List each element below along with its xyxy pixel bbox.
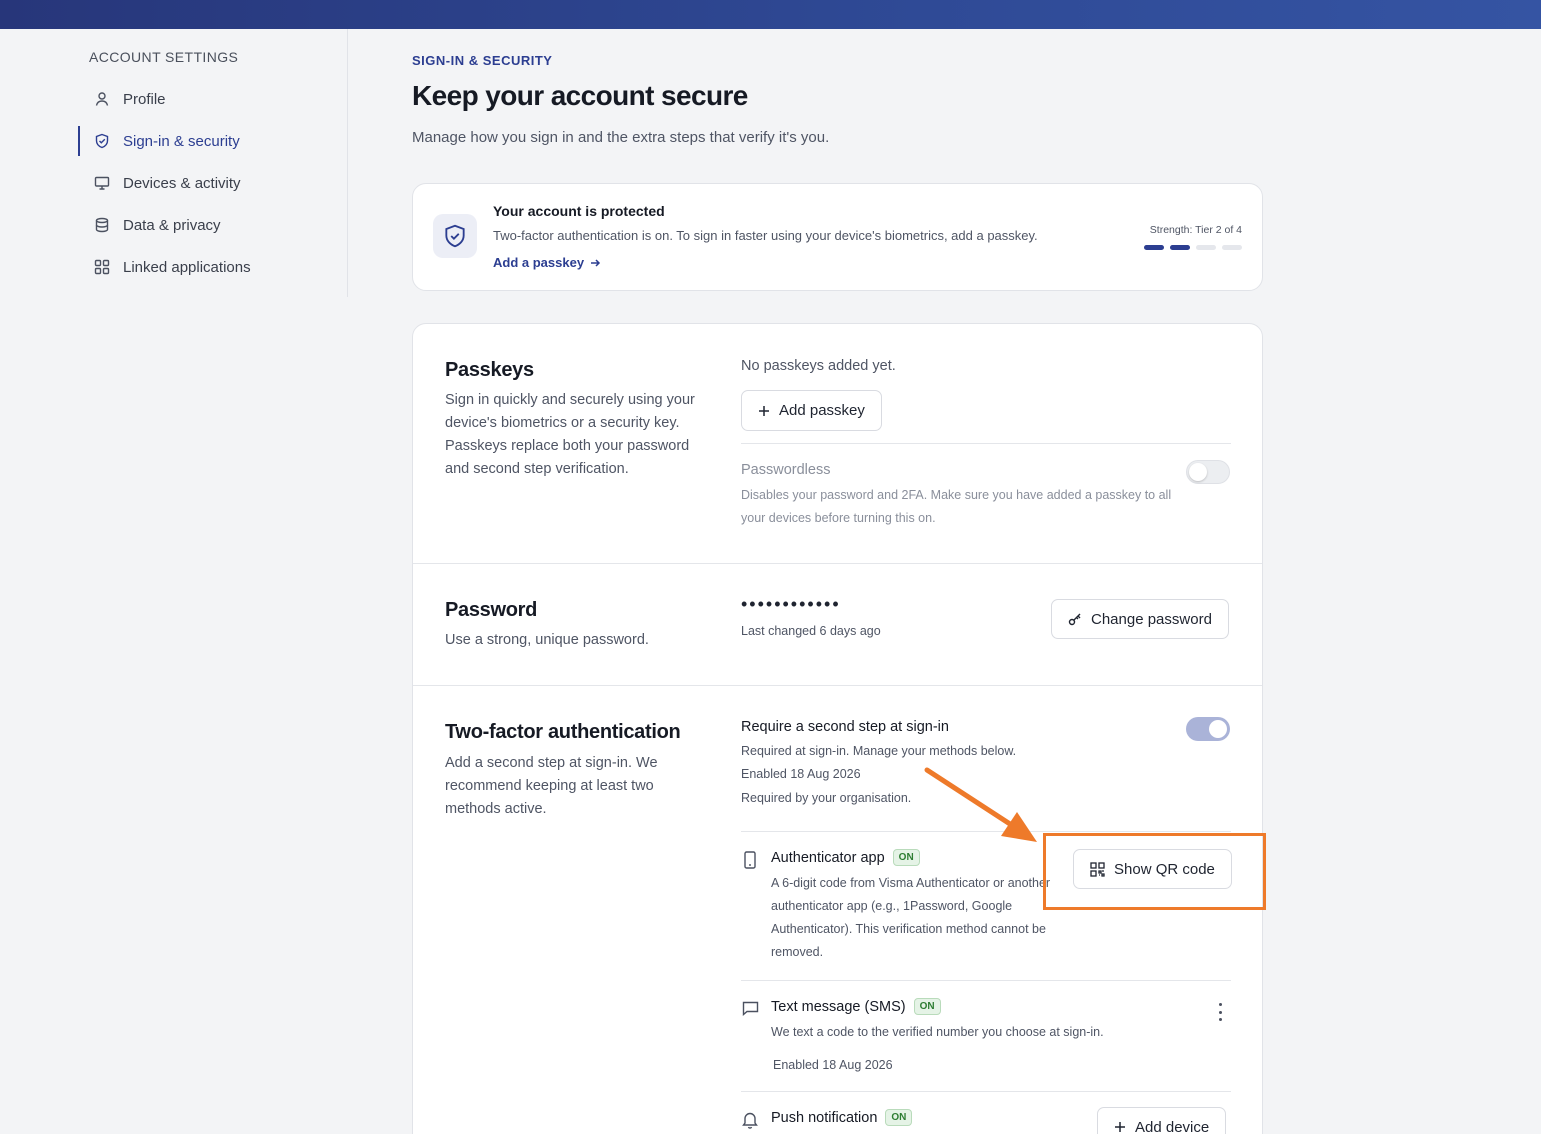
strength-bar: [1170, 245, 1190, 250]
user-icon: [93, 90, 111, 108]
bell-icon: [742, 1111, 758, 1134]
smartphone-icon: [743, 851, 757, 874]
divider: [741, 980, 1231, 981]
require-line-2: Enabled 18 Aug 2026: [741, 767, 861, 781]
passwordless-toggle[interactable]: [1186, 460, 1230, 484]
page-title: Keep your account secure: [412, 80, 748, 111]
require-second-step-toggle[interactable]: [1186, 717, 1230, 741]
require-second-step-title: Require a second step at sign-in: [741, 719, 949, 735]
qr-code-icon: [1090, 861, 1105, 877]
status-badge: ON: [892, 849, 920, 866]
divider: [741, 443, 1231, 444]
status-badge: ON: [913, 998, 941, 1015]
page-eyebrow: SIGN-IN & SECURITY: [412, 53, 553, 68]
key-icon: [1068, 613, 1081, 626]
password-description: Use a strong, unique password.: [445, 632, 649, 648]
settings-sidebar: ACCOUNT SETTINGS Profile Sign-in & secur…: [0, 29, 348, 297]
change-password-button[interactable]: Change password: [1051, 599, 1229, 639]
grid-icon: [93, 258, 111, 276]
monitor-icon: [93, 174, 111, 192]
push-title: Push notification: [771, 1110, 878, 1126]
sidebar-item-sign-in-security[interactable]: Sign-in & security: [78, 126, 338, 156]
sms-description: We text a code to the verified number yo…: [771, 1025, 1104, 1039]
add-passkey-link-label: Add a passkey: [493, 255, 585, 270]
divider: [741, 1091, 1231, 1092]
push-heading: Push notification ON: [771, 1109, 913, 1127]
sidebar-heading: ACCOUNT SETTINGS: [89, 49, 239, 65]
passwordless-title: Passwordless: [741, 462, 831, 478]
shield-icon: [93, 132, 111, 150]
add-device-button-label: Add device: [1135, 1118, 1210, 1134]
sidebar-item-data-privacy[interactable]: Data & privacy: [78, 210, 338, 240]
sidebar-item-label: Devices & activity: [123, 174, 241, 192]
sidebar-item-label: Linked applications: [123, 258, 251, 276]
top-bar: [0, 0, 1541, 29]
strength-bar: [1144, 245, 1164, 250]
show-qr-code-button[interactable]: Show QR code: [1073, 849, 1232, 889]
plus-icon: [759, 405, 769, 416]
page-subtitle: Manage how you sign in and the extra ste…: [412, 129, 830, 146]
password-last-changed: Last changed 6 days ago: [741, 624, 881, 638]
account-status-card: Your account is protected Two-factor aut…: [412, 183, 1263, 291]
sidebar-item-profile[interactable]: Profile: [78, 84, 338, 114]
sidebar-item-label: Sign-in & security: [123, 132, 240, 150]
arrow-right-icon: [591, 258, 601, 267]
security-settings-card: Passkeys Sign in quickly and securely us…: [412, 323, 1263, 1134]
two-factor-title: Two-factor authentication: [445, 721, 681, 743]
sidebar-item-label: Profile: [123, 90, 166, 108]
passkeys-description: Sign in quickly and securely using your …: [445, 392, 695, 477]
passkeys-empty-text: No passkeys added yet.: [741, 358, 896, 374]
status-description: Two-factor authentication is on. To sign…: [493, 228, 1038, 243]
message-icon: [742, 1000, 759, 1021]
password-section: Password Use a strong, unique password. …: [413, 564, 1262, 686]
two-factor-section: Two-factor authentication Add a second s…: [413, 686, 1262, 1134]
status-title: Your account is protected: [493, 203, 665, 219]
password-mask: ••••••••••••: [741, 594, 841, 614]
show-qr-code-button-label: Show QR code: [1114, 860, 1215, 878]
status-badge: ON: [885, 1109, 913, 1126]
sidebar-item-label: Data & privacy: [123, 216, 221, 234]
database-icon: [93, 216, 111, 234]
require-line-1: Required at sign-in. Manage your methods…: [741, 744, 1017, 758]
strength-bar: [1222, 245, 1242, 250]
shield-check-icon: [433, 214, 477, 258]
add-passkey-button[interactable]: Add passkey: [741, 390, 882, 431]
add-device-button[interactable]: Add device: [1097, 1107, 1227, 1134]
change-password-button-label: Change password: [1091, 610, 1212, 628]
passkeys-title: Passkeys: [445, 359, 534, 381]
divider: [741, 831, 1231, 832]
add-passkey-button-label: Add passkey: [779, 402, 865, 419]
plus-icon: [1115, 1122, 1125, 1132]
more-options-icon[interactable]: [1212, 1003, 1228, 1021]
two-factor-description: Add a second step at sign-in. We recomme…: [445, 755, 658, 817]
authenticator-app-heading: Authenticator app ON: [771, 849, 920, 867]
passwordless-description: Disables your password and 2FA. Make sur…: [741, 488, 1172, 525]
require-line-3: Required by your organisation.: [741, 791, 912, 805]
authenticator-app-description: A 6-digit code from Visma Authenticator …: [771, 876, 1051, 959]
add-passkey-link[interactable]: Add a passkey: [493, 255, 601, 270]
sms-title: Text message (SMS): [771, 999, 906, 1015]
passkeys-section: Passkeys Sign in quickly and securely us…: [413, 324, 1262, 564]
strength-label: Strength: Tier 2 of 4: [1149, 224, 1242, 236]
sidebar-item-linked-applications[interactable]: Linked applications: [78, 252, 338, 282]
authenticator-app-title: Authenticator app: [771, 850, 885, 866]
sidebar-item-devices-activity[interactable]: Devices & activity: [78, 168, 338, 198]
sms-heading: Text message (SMS) ON: [771, 998, 941, 1016]
password-title: Password: [445, 599, 538, 621]
strength-meter: [1144, 245, 1242, 250]
strength-bar: [1196, 245, 1216, 250]
sms-enabled-date: Enabled 18 Aug 2026: [773, 1058, 893, 1072]
